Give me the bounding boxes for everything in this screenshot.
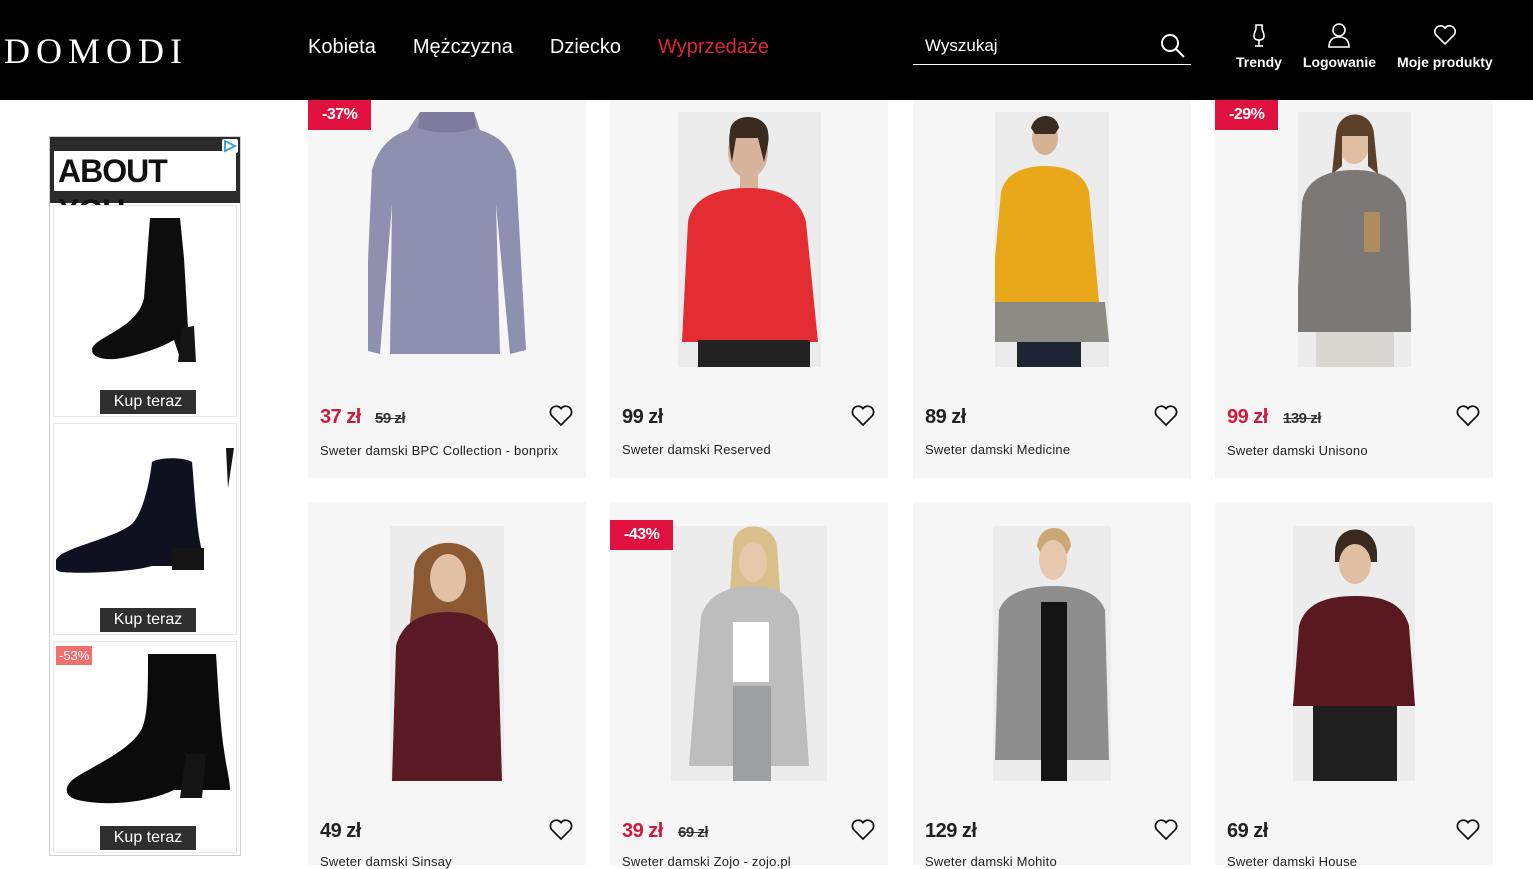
product-title[interactable]: Sweter damski House [1227, 854, 1357, 869]
product-old-price: 139 zł [1283, 410, 1321, 427]
product-title[interactable]: Sweter damski Medicine [925, 442, 1070, 457]
product-price: 99 zł [1227, 406, 1268, 428]
product-image [1298, 112, 1411, 367]
suede-boot-image [66, 654, 231, 804]
product-title[interactable]: Sweter damski Unisono [1227, 443, 1368, 458]
product-image [671, 526, 827, 781]
product-card[interactable]: -37% 37 zł 59 zł Sweter damski BPC Colle… [308, 100, 586, 478]
nav-kobieta[interactable]: Kobieta [308, 36, 376, 59]
product-title[interactable]: Sweter damski Zojo - zojo.pl [622, 854, 791, 869]
nav-wyprzedaze[interactable]: Wyprzedaże [658, 36, 769, 59]
site-header: DOMODI Kobieta Mężczyzna Dziecko Wyprzed… [0, 0, 1533, 100]
product-card[interactable]: 99 zł Sweter damski Reserved [610, 100, 888, 478]
product-price: 49 zł [320, 820, 361, 842]
user-icon [1328, 23, 1351, 48]
ad-buy-button[interactable]: Kup teraz [100, 390, 196, 414]
product-card[interactable]: -29% 99 zł 139 zł Sweter damski Unisono [1215, 100, 1493, 478]
ad-buy-button[interactable]: Kup teraz [100, 826, 196, 850]
discount-badge: -29% [1215, 100, 1279, 130]
ad-buy-button[interactable]: Kup teraz [100, 608, 196, 632]
ankle-boot-image [92, 218, 196, 362]
trendy-label: Trendy [1236, 54, 1282, 70]
product-price: 39 zł [622, 820, 663, 842]
product-title[interactable]: Sweter damski Sinsay [320, 854, 452, 869]
nav-mezczyzna[interactable]: Mężczyzna [413, 36, 513, 59]
product-old-price: 59 zł [375, 410, 406, 427]
discount-badge: -43% [610, 520, 674, 550]
nav-dziecko[interactable]: Dziecko [550, 36, 621, 59]
favorite-heart-icon[interactable] [548, 818, 574, 842]
product-image [993, 526, 1111, 781]
discount-badge: -37% [308, 100, 372, 130]
ad-product-tile[interactable]: Kup teraz [53, 423, 237, 635]
ad-brand-bar: ABOUT YOU [50, 137, 240, 229]
product-image [995, 112, 1109, 367]
ad-banner[interactable]: ABOUT YOU Kup teraz Kup teraz -53% Kup t… [49, 136, 241, 856]
heart-icon [1433, 25, 1456, 46]
favorite-heart-icon[interactable] [850, 818, 876, 842]
product-card[interactable]: 129 zł Sweter damski Mohito [913, 502, 1191, 869]
product-price: 69 zł [1227, 820, 1268, 842]
product-card[interactable]: 49 zł Sweter damski Sinsay [308, 502, 586, 869]
login-label: Logowanie [1302, 54, 1377, 70]
favorite-heart-icon[interactable] [850, 404, 876, 428]
search-icon[interactable] [1159, 32, 1187, 60]
header-actions: Trendy Logowanie Moje produkty [1236, 22, 1514, 70]
ad-product-tile[interactable]: -53% Kup teraz [53, 641, 237, 853]
favorites-button[interactable]: Moje produkty [1397, 22, 1493, 70]
ad-product-tile[interactable]: Kup teraz [53, 205, 237, 417]
favorite-heart-icon[interactable] [1455, 404, 1481, 428]
product-title[interactable]: Sweter damski Reserved [622, 442, 771, 457]
product-card[interactable]: 69 zł Sweter damski House [1215, 502, 1493, 869]
product-title[interactable]: Sweter damski BPC Collection - bonprix [320, 443, 558, 458]
product-image [390, 526, 504, 781]
search-bar [913, 30, 1191, 65]
adchoices-icon[interactable] [222, 139, 238, 153]
ad-brand-logo: ABOUT YOU [54, 151, 236, 229]
product-card[interactable]: 89 zł Sweter damski Medicine [913, 100, 1191, 478]
favorite-heart-icon[interactable] [1455, 818, 1481, 842]
dress-form-icon [1253, 24, 1265, 47]
main-nav: Kobieta Mężczyzna Dziecko Wyprzedaże [308, 36, 806, 59]
chelsea-boot-image [56, 448, 234, 573]
product-price: 99 zł [622, 406, 663, 428]
favorites-label: Moje produkty [1397, 54, 1493, 70]
site-logo[interactable]: DOMODI [4, 30, 188, 72]
product-price: 37 zł [320, 406, 361, 428]
product-image [1293, 526, 1415, 781]
product-image [678, 112, 821, 367]
product-image [368, 112, 526, 354]
trendy-button[interactable]: Trendy [1236, 22, 1282, 70]
favorite-heart-icon[interactable] [1153, 404, 1179, 428]
login-button[interactable]: Logowanie [1303, 22, 1376, 70]
product-old-price: 69 zł [678, 824, 709, 841]
product-card[interactable]: -43% 39 zł 69 zł Sweter damski Zojo - zo… [610, 502, 888, 869]
product-title[interactable]: Sweter damski Mohito [925, 854, 1057, 869]
product-price: 89 zł [925, 406, 966, 428]
favorite-heart-icon[interactable] [548, 404, 574, 428]
search-input[interactable] [913, 30, 1143, 62]
favorite-heart-icon[interactable] [1153, 818, 1179, 842]
product-price: 129 zł [925, 820, 977, 842]
